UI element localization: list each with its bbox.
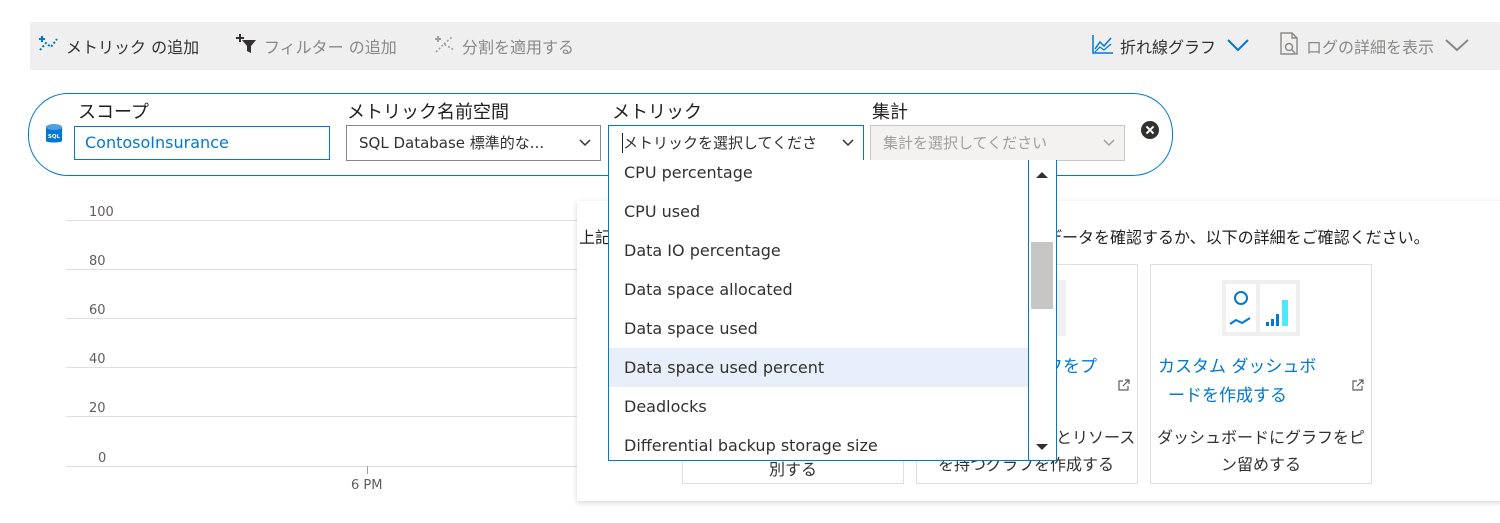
svg-text:SQL: SQL <box>48 134 61 140</box>
add-metric-icon <box>38 34 66 58</box>
y-tick-label: 80 <box>89 254 106 269</box>
y-tick-label: 60 <box>89 303 106 318</box>
aggregation-dropdown[interactable]: 集計を選択してください <box>870 125 1125 161</box>
add-filter-icon <box>234 34 264 58</box>
metric-option[interactable]: Data space allocated <box>609 270 1028 309</box>
y-tick-label: 100 <box>89 205 114 220</box>
metric-option[interactable]: Deadlocks <box>609 387 1028 426</box>
sql-database-icon: SQL <box>45 123 63 145</box>
y-tick-label: 40 <box>89 352 106 367</box>
x-tick-label: 6 PM <box>351 478 383 493</box>
scope-input[interactable]: ContosoInsurance <box>74 126 330 160</box>
custom-dashboard-desc-2: ン留めする <box>1220 455 1301 474</box>
metric-options-list: CPU percentage CPU used Data IO percenta… <box>608 160 1029 461</box>
multi-resource-desc-1: とリソース <box>1056 428 1136 447</box>
scroll-up-arrow-icon[interactable] <box>1036 172 1048 178</box>
chevron-down-icon <box>578 126 592 160</box>
metric-option[interactable]: Data IO percentage <box>609 231 1028 270</box>
custom-dashboard-desc-1: ダッシュボードにグラフをピ <box>1156 428 1365 447</box>
custom-dashboard-link-2[interactable]: ードを作成する <box>1168 381 1287 411</box>
chevron-down-icon <box>1226 37 1256 56</box>
view-logs-dropdown[interactable]: ログの詳細を表示 <box>1278 22 1476 70</box>
metric-option[interactable]: Data space used <box>609 309 1028 348</box>
remove-metric-icon[interactable] <box>1141 121 1159 139</box>
view-logs-label: ログの詳細を表示 <box>1306 38 1435 57</box>
metric-option-highlighted[interactable]: Data space used percent <box>609 348 1028 387</box>
aggregation-placeholder: 集計を選択してください <box>883 134 1048 152</box>
metric-placeholder: メトリックを選択してくださ <box>623 134 818 152</box>
text-cursor <box>622 133 623 153</box>
empty-state-message-left: 上記 <box>579 228 612 247</box>
namespace-dropdown[interactable]: SQL Database 標準的な... <box>346 125 601 161</box>
external-link-icon <box>1352 376 1364 391</box>
line-chart-icon <box>1092 34 1120 58</box>
external-link-icon <box>1118 376 1130 391</box>
y-tick-label: 20 <box>89 401 106 416</box>
log-document-icon <box>1278 32 1306 60</box>
aggregation-label: 集計 <box>872 102 908 123</box>
command-bar: メトリック の追加 フィルター の追加 分割を適用する 折れ線グラフ ログの詳細… <box>30 22 1500 70</box>
metric-option[interactable]: CPU used <box>609 192 1028 231</box>
empty-state-message-right: データを確認するか、以下の詳細をご確認ください。 <box>1046 228 1430 247</box>
metric-label: メトリック <box>612 102 702 123</box>
apply-splitting-button[interactable]: 分割を適用する <box>434 22 574 70</box>
chevron-down-icon <box>1102 126 1116 160</box>
scroll-down-arrow-icon[interactable] <box>1036 444 1048 450</box>
scrollbar-thumb[interactable] <box>1031 242 1053 309</box>
namespace-label: メトリック名前空間 <box>347 102 509 123</box>
apply-splitting-label: 分割を適用する <box>462 38 575 57</box>
custom-dashboard-link-1[interactable]: カスタム ダッシュボ <box>1158 352 1316 382</box>
metric-option[interactable]: CPU percentage <box>609 160 1028 192</box>
y-tick-label: 0 <box>98 451 107 466</box>
add-metric-label: メトリック の追加 <box>66 38 200 57</box>
add-metric-button[interactable]: メトリック の追加 <box>38 22 199 70</box>
metric-dropdown[interactable]: メトリックを選択してくださ <box>608 125 864 161</box>
metric-option[interactable]: Differential backup storage size <box>609 426 1028 460</box>
add-filter-button[interactable]: フィルター の追加 <box>234 22 397 70</box>
metric-list-scrollbar[interactable] <box>1029 160 1057 461</box>
x-tick-mark <box>367 466 368 474</box>
chevron-down-icon <box>1444 37 1476 56</box>
chart-type-dropdown[interactable]: 折れ線グラフ <box>1092 22 1256 70</box>
line-chart-label: 折れ線グラフ <box>1120 38 1217 57</box>
add-filter-label: フィルター の追加 <box>264 38 397 57</box>
split-icon <box>434 34 462 58</box>
scope-label: スコープ <box>78 102 149 123</box>
dashboard-illustration-icon <box>1222 280 1300 336</box>
chevron-down-icon <box>841 126 855 160</box>
namespace-value: SQL Database 標準的な... <box>359 134 545 152</box>
